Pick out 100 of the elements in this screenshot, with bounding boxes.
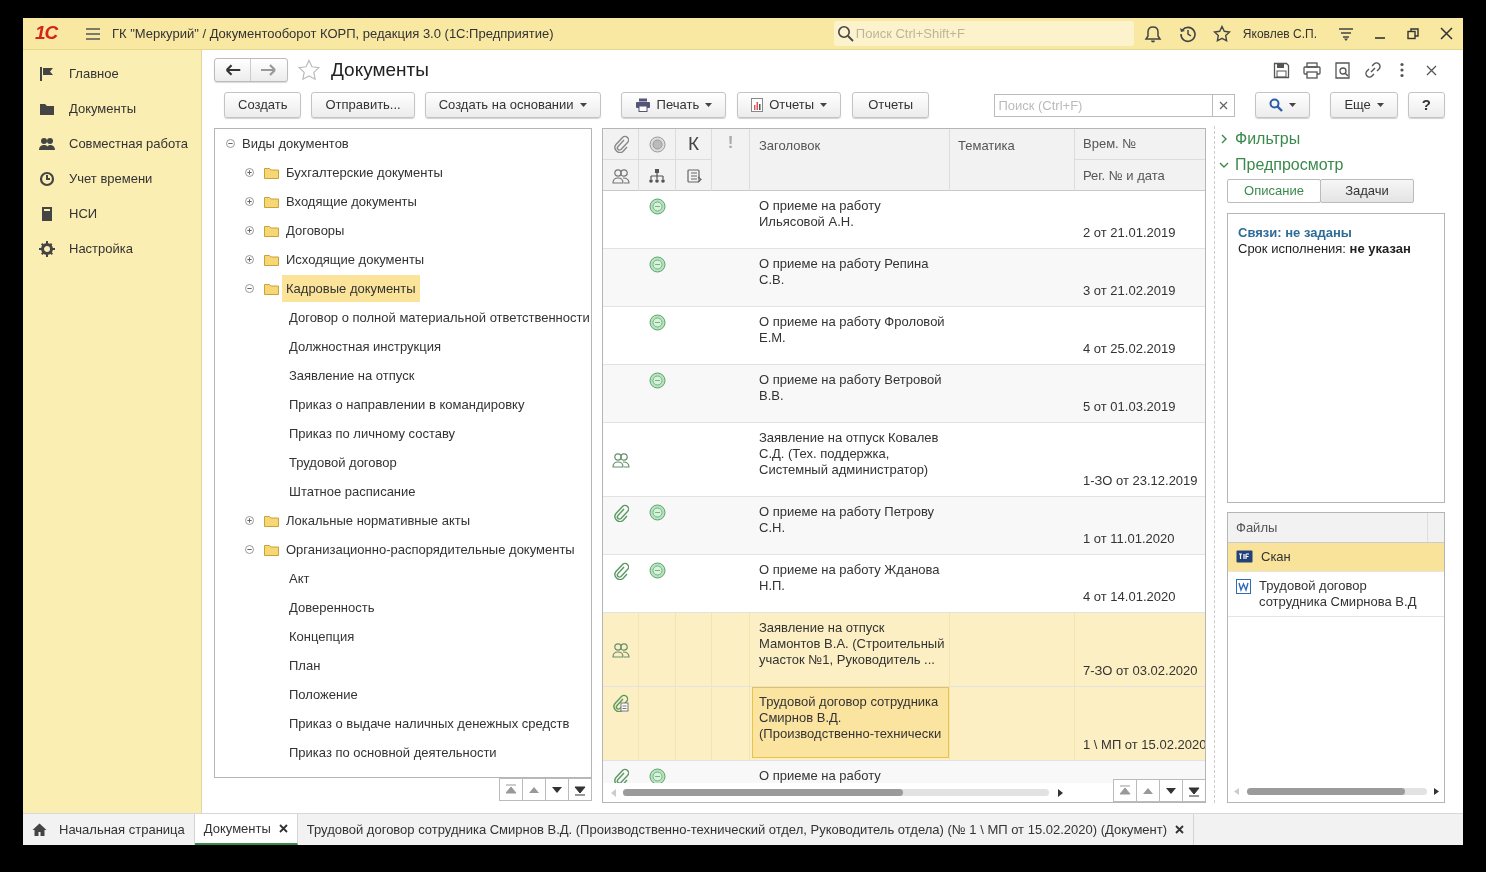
expand-icon[interactable] <box>245 255 254 264</box>
tree-item[interactable]: Приказ по личному составу <box>285 419 460 448</box>
sidebar-item[interactable]: Учет времени <box>23 161 201 196</box>
horizontal-scrollbar[interactable] <box>623 789 1049 796</box>
tree-item[interactable]: Виды документов <box>238 129 353 158</box>
scroll-top-button[interactable] <box>499 778 523 801</box>
tree-item[interactable]: Положение <box>285 680 362 709</box>
column-header[interactable]: Врем. № <box>1083 134 1137 154</box>
table-row[interactable]: О приеме на работу Репина С.В. 3 от 21.02.2019 <box>603 249 1205 307</box>
table-row[interactable]: О приеме на работу Ветровой В.В. 5 от 01.03.2019 <box>603 365 1205 423</box>
help-button[interactable]: ? <box>1407 92 1445 118</box>
preview-tab[interactable]: Задачи <box>1320 178 1414 203</box>
column-header[interactable]: Файлы <box>1236 518 1278 538</box>
column-header[interactable]: К <box>687 129 700 159</box>
restore-icon[interactable] <box>1407 27 1419 40</box>
scroll-bottom-button[interactable] <box>568 778 592 801</box>
preview-tab[interactable]: Описание <box>1227 178 1321 203</box>
star-icon[interactable] <box>1212 24 1231 43</box>
column-header[interactable]: Рег. № и дата <box>1083 165 1165 186</box>
collapse-icon[interactable] <box>226 139 235 148</box>
sidebar-item[interactable]: НСИ <box>23 196 201 231</box>
scroll-right-icon[interactable] <box>1057 788 1063 797</box>
tree-item[interactable]: Приказ по основной деятельности <box>285 738 501 767</box>
scroll-down-button[interactable] <box>545 778 569 801</box>
scroll-down-button[interactable] <box>1159 779 1183 802</box>
horizontal-scrollbar[interactable] <box>1247 788 1427 796</box>
preview-icon[interactable] <box>1334 61 1351 79</box>
tree-item[interactable]: Организационно-распорядительные документы <box>282 535 579 564</box>
tree-item[interactable]: Штатное расписание <box>285 477 420 506</box>
toolbar-button[interactable]: Отчеты <box>852 92 930 118</box>
print-icon[interactable] <box>1303 61 1321 79</box>
tree-item[interactable]: Заявление на отпуск <box>285 361 419 390</box>
table-row[interactable]: Трудовой договор сотрудника Смирнов В.Д. (Производственно-технически 1 \ МП от 15.02.2020 <box>603 687 1205 761</box>
table-row[interactable]: О приеме на работу <box>603 761 1205 783</box>
tree-item[interactable]: Акт <box>285 564 314 593</box>
expand-icon[interactable] <box>245 197 254 206</box>
more-button[interactable]: Еще <box>1330 92 1398 118</box>
table-cell-text: 3 от 21.02.2019 <box>1083 281 1177 300</box>
save-icon[interactable] <box>1273 61 1290 79</box>
tree-item[interactable]: Приказ о направлении в командировку <box>285 390 529 419</box>
sidebar-item[interactable]: Документы <box>23 91 201 126</box>
link-icon[interactable] <box>1364 61 1382 79</box>
search-field[interactable]: Поиск (Ctrl+F) <box>994 93 1214 117</box>
expand-icon[interactable] <box>245 168 254 177</box>
sidebar-item[interactable]: Главное <box>23 56 201 91</box>
table-cell-text: О приеме на работу <box>758 767 882 783</box>
scroll-top-button[interactable] <box>1113 779 1137 802</box>
sidebar-item[interactable]: Совместная работа <box>23 126 201 161</box>
toolbar-button[interactable]: Печать <box>620 92 727 118</box>
table-cell-text: О приеме на работу Жданова Н.П. <box>758 561 941 595</box>
history-icon[interactable] <box>1178 24 1197 43</box>
table-cell-text: 5 от 01.03.2019 <box>1083 397 1177 416</box>
collapse-icon[interactable] <box>245 545 254 554</box>
column-header[interactable]: Заголовок <box>759 138 821 153</box>
close-icon[interactable] <box>1175 825 1184 834</box>
tree-item[interactable]: Исходящие документы <box>282 245 429 274</box>
tree-item[interactable]: Входящие документы <box>282 187 421 216</box>
toolbar-button[interactable]: Создать на основании <box>424 92 601 118</box>
caret-icon <box>579 103 587 107</box>
section-header[interactable]: Предпросмотр <box>1219 151 1444 178</box>
column-header[interactable]: Тематика <box>958 138 1015 153</box>
toolbar-button[interactable]: Отправить... <box>311 92 415 118</box>
scroll-right-icon[interactable] <box>1434 788 1439 796</box>
scroll-bottom-button[interactable] <box>1182 779 1205 802</box>
tree-item[interactable]: Доверенность <box>285 593 379 622</box>
table-row[interactable]: О приеме на работу Петрову С.Н. 1 от 11.01.2020 <box>603 497 1205 555</box>
tree-item[interactable]: Должностная инструкция <box>285 332 445 361</box>
search-field[interactable]: Поиск Ctrl+Shift+F <box>833 21 1134 46</box>
bell-icon[interactable] <box>1143 24 1162 43</box>
close-icon[interactable] <box>1440 27 1453 40</box>
close-icon[interactable] <box>278 824 288 833</box>
expand-icon[interactable] <box>245 516 254 525</box>
search-options-button[interactable] <box>1255 92 1311 118</box>
user-name[interactable]: Яковлев С.П. <box>1242 24 1317 43</box>
tree-item[interactable]: Концепция <box>285 622 359 651</box>
menu-icon[interactable] <box>85 26 101 41</box>
tree-item[interactable]: Бухгалтерские документы <box>282 158 447 187</box>
settings-menu-icon[interactable] <box>1338 26 1354 41</box>
window-tab[interactable]: Начальная страница <box>23 814 195 845</box>
close-icon[interactable] <box>1426 64 1437 76</box>
table-row[interactable]: Заявление на отпуск Мамонтов В.А. (Строительный участок №1, Руководитель ... 7-ЗО от 03.02.2020 <box>603 613 1205 687</box>
section-header[interactable]: Фильтры <box>1219 126 1444 152</box>
tree-item[interactable]: Локальные нормативные акты <box>282 506 475 535</box>
more-icon[interactable] <box>1399 62 1405 78</box>
tree-item[interactable]: Приказ о выдаче наличных денежных средств <box>285 709 574 738</box>
collapse-icon[interactable] <box>245 284 254 293</box>
tree-item[interactable]: Кадровые документы <box>282 274 420 303</box>
toolbar-button[interactable]: Отчеты <box>737 92 842 118</box>
window-tab[interactable]: Трудовой договор сотрудника Смирнов В.Д. (Производственно-технический отдел, Руководитель отдела) (№ 1 \ МП от 15.02.2020) (Документ) <box>297 814 1194 845</box>
expand-icon[interactable] <box>245 226 254 235</box>
toolbar-button[interactable]: Создать <box>224 92 302 118</box>
tree-item[interactable]: Трудовой договор <box>285 448 401 477</box>
tree-item[interactable]: План <box>285 651 325 680</box>
window-tab[interactable]: Документы <box>194 814 298 845</box>
sidebar-item[interactable]: Настройка <box>23 231 201 266</box>
star-icon[interactable] <box>297 59 321 81</box>
tree-item[interactable]: Договор о полной материальной ответственности <box>285 303 591 332</box>
clear-button[interactable] <box>1213 93 1236 117</box>
tree-item[interactable]: Договоры <box>282 216 349 245</box>
file-row[interactable]: Скан <box>1228 543 1444 573</box>
